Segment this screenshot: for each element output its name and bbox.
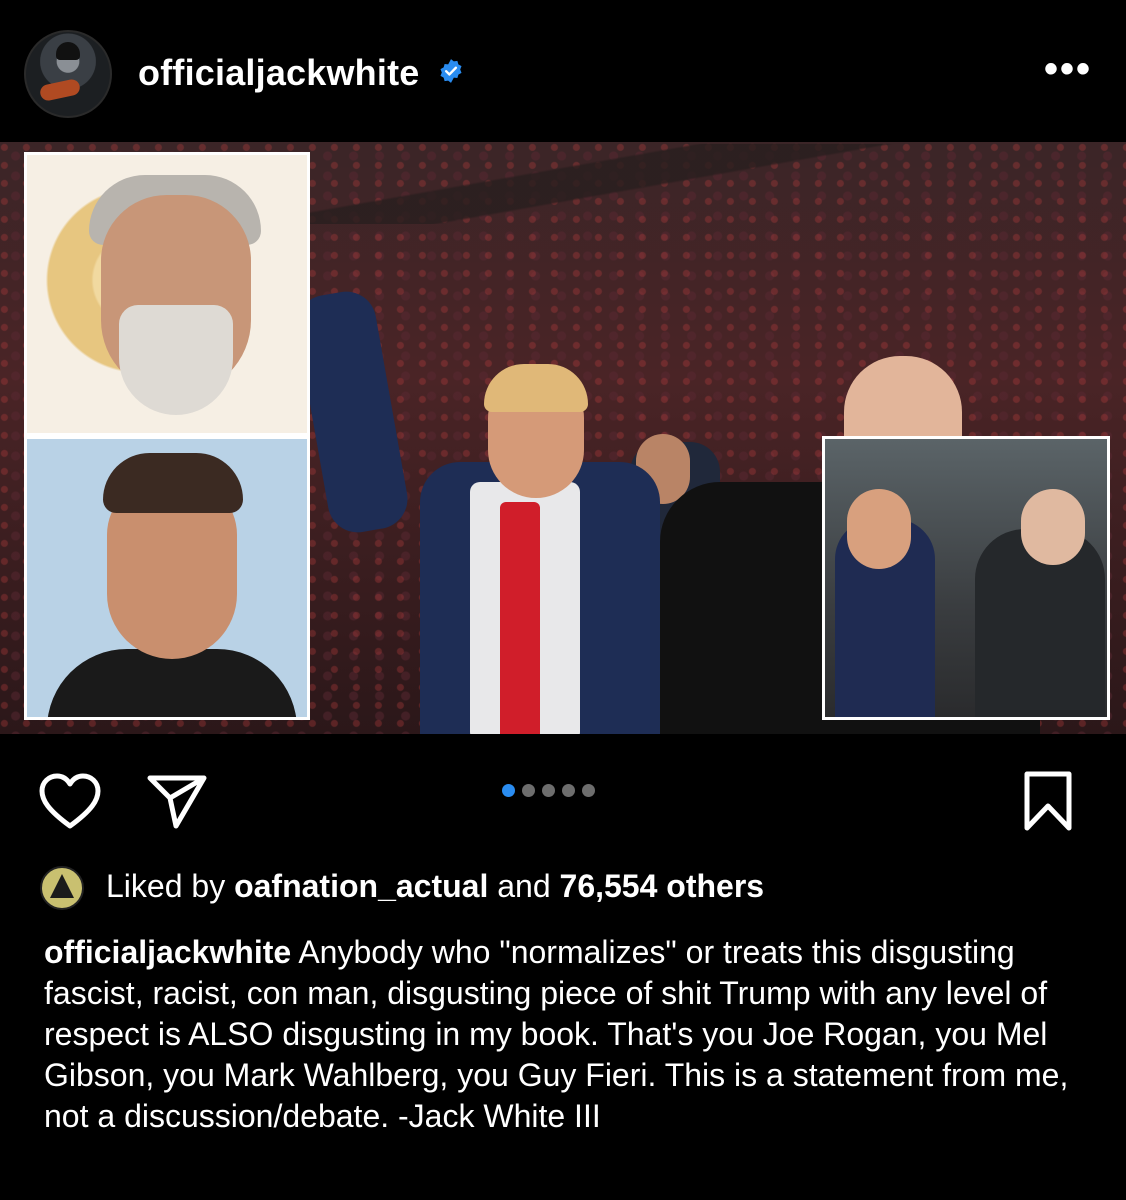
inset-hair <box>103 453 243 513</box>
post-header: officialjackwhite ••• <box>0 0 1126 142</box>
heart-icon[interactable] <box>38 772 102 832</box>
avatar-hair <box>56 42 80 60</box>
likes-middle: and <box>488 868 560 904</box>
likes-text[interactable]: Liked by oafnation_actual and 76,554 oth… <box>106 868 764 905</box>
liker-avatar[interactable] <box>40 866 84 910</box>
arena-banner <box>310 144 1126 224</box>
carousel-dot[interactable] <box>522 784 535 797</box>
carousel-dot-active[interactable] <box>502 784 515 797</box>
carousel-dot[interactable] <box>582 784 595 797</box>
verified-badge-icon <box>440 59 462 83</box>
inset-photo-bottom-right <box>822 436 1110 720</box>
carousel-dot[interactable] <box>562 784 575 797</box>
inset-photo-top-left <box>24 152 310 436</box>
likes-prefix: Liked by <box>106 868 235 904</box>
post-caption: officialjackwhite Anybody who "normalize… <box>44 932 1084 1137</box>
post-actions <box>0 734 1126 854</box>
liker-logo-icon <box>50 874 74 898</box>
red-tie <box>500 502 540 734</box>
inset-head-left <box>847 489 911 569</box>
likes-count[interactable]: 76,554 others <box>560 868 765 904</box>
liker-username[interactable]: oafnation_actual <box>234 868 488 904</box>
post-username[interactable]: officialjackwhite <box>138 52 420 94</box>
inset-jacket <box>47 649 297 717</box>
avatar-guitar <box>38 78 82 102</box>
carousel-dot[interactable] <box>542 784 555 797</box>
likes-summary: Liked by oafnation_actual and 76,554 oth… <box>40 866 1100 910</box>
caption-username[interactable]: officialjackwhite <box>44 934 291 970</box>
inset-head-right <box>1021 489 1085 565</box>
carousel-indicator <box>502 784 602 798</box>
send-icon[interactable] <box>146 772 208 830</box>
more-options-button[interactable]: ••• <box>1044 49 1092 89</box>
profile-avatar[interactable] <box>24 30 112 118</box>
inset-photo-bottom-left <box>24 436 310 720</box>
bookmark-icon[interactable] <box>1022 770 1074 832</box>
inset-beard <box>119 305 233 415</box>
